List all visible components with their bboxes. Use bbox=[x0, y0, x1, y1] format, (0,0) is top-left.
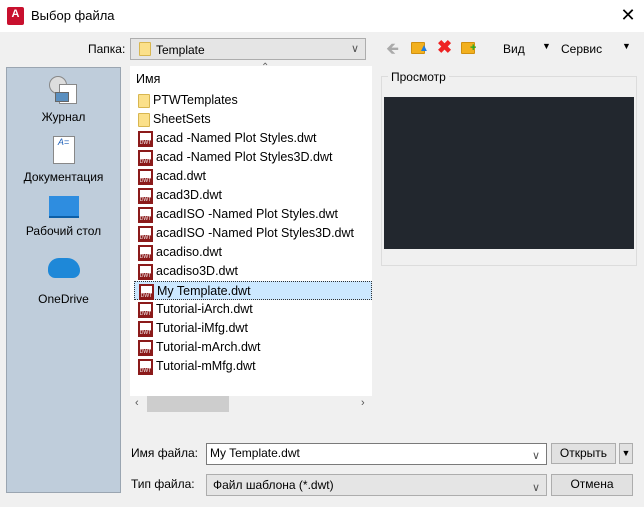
item-name: acad -Named Plot Styles.dwt bbox=[156, 131, 317, 145]
chevron-down-icon: ∨ bbox=[350, 43, 359, 55]
item-name: PTWTemplates bbox=[153, 93, 238, 107]
dwt-file-icon bbox=[138, 187, 153, 204]
item-name: acadISO -Named Plot Styles3D.dwt bbox=[156, 226, 354, 240]
dwt-file-icon bbox=[138, 130, 153, 147]
dwt-file-icon bbox=[138, 358, 153, 375]
file-list-item[interactable]: Tutorial-iArch.dwt bbox=[134, 300, 372, 319]
view-dropdown-arrow-icon[interactable]: ▼ bbox=[542, 41, 551, 51]
folder-icon bbox=[138, 93, 150, 108]
item-name: Tutorial-mArch.dwt bbox=[156, 340, 261, 354]
sidebar-item-desktop[interactable]: Рабочий стол bbox=[7, 196, 120, 238]
item-name: acad3D.dwt bbox=[156, 188, 223, 202]
dwt-file-icon bbox=[138, 168, 153, 185]
filename-value: My Template.dwt bbox=[210, 446, 300, 460]
item-name: acadiso3D.dwt bbox=[156, 264, 238, 278]
preview-image bbox=[384, 97, 634, 249]
chevron-down-icon: ∨ bbox=[531, 482, 540, 494]
cancel-button[interactable]: Отмена bbox=[551, 474, 633, 496]
scrollbar-thumb[interactable] bbox=[147, 396, 229, 412]
sidebar-item-history[interactable]: Журнал bbox=[7, 76, 120, 124]
view-menu[interactable]: Вид bbox=[503, 42, 525, 56]
file-list-item[interactable]: acadISO -Named Plot Styles3D.dwt bbox=[134, 224, 372, 243]
desktop-icon bbox=[48, 196, 79, 218]
history-icon bbox=[48, 76, 79, 104]
horizontal-scrollbar[interactable]: ‹ › bbox=[130, 396, 372, 412]
folder-label: Папка: bbox=[88, 42, 126, 56]
folder-icon bbox=[138, 112, 150, 127]
filename-label: Имя файла: bbox=[131, 446, 198, 460]
sidebar-item-label: Рабочий стол bbox=[25, 224, 102, 238]
sidebar-item-label: Документация bbox=[23, 170, 104, 184]
item-name: SheetSets bbox=[153, 112, 211, 126]
file-list-item[interactable]: Tutorial-iMfg.dwt bbox=[134, 319, 372, 338]
sidebar-item-label: Журнал bbox=[41, 110, 86, 124]
filename-input[interactable]: My Template.dwt ∨ bbox=[206, 443, 547, 465]
sidebar-item-label: OneDrive bbox=[38, 292, 89, 306]
folder-icon bbox=[139, 42, 151, 56]
filetype-label: Тип файла: bbox=[131, 477, 195, 491]
file-list-item[interactable]: acad.dwt bbox=[134, 167, 372, 186]
file-list[interactable]: ⌃ Имя PTWTemplates SheetSets acad -Named P… bbox=[130, 62, 372, 412]
dwt-file-icon bbox=[138, 149, 153, 166]
file-list-item[interactable]: My Template.dwt bbox=[134, 281, 372, 300]
folder-list-item[interactable]: PTWTemplates bbox=[134, 91, 372, 110]
item-name: acadISO -Named Plot Styles.dwt bbox=[156, 207, 339, 221]
file-list-item[interactable]: acad -Named Plot Styles.dwt bbox=[134, 129, 372, 148]
close-button[interactable]: ✕ bbox=[618, 5, 638, 26]
preview-group: Просмотр bbox=[381, 70, 637, 266]
autocad-app-icon: A bbox=[7, 7, 24, 25]
open-button[interactable]: Открыть bbox=[551, 443, 616, 464]
file-list-item[interactable]: acad3D.dwt bbox=[134, 186, 372, 205]
sidebar-item-onedrive[interactable]: OneDrive bbox=[7, 258, 120, 306]
scroll-left-icon[interactable]: ‹ bbox=[135, 397, 139, 409]
folder-list-item[interactable]: SheetSets bbox=[134, 110, 372, 129]
back-arrow-icon[interactable]: 🡸 bbox=[386, 38, 404, 58]
preview-label: Просмотр bbox=[388, 70, 449, 84]
dwt-file-icon bbox=[138, 339, 153, 356]
file-list-item[interactable]: Tutorial-mArch.dwt bbox=[134, 338, 372, 357]
file-list-item[interactable]: acadiso.dwt bbox=[134, 243, 372, 262]
chevron-down-icon[interactable]: ∨ bbox=[532, 447, 540, 466]
dwt-file-icon bbox=[138, 206, 153, 223]
item-name: acadiso.dwt bbox=[156, 245, 223, 259]
item-name: My Template.dwt bbox=[157, 284, 251, 298]
window-title: Выбор файла bbox=[31, 8, 115, 23]
dwt-file-icon bbox=[138, 225, 153, 242]
dwt-file-icon bbox=[138, 320, 153, 337]
folder-combo[interactable]: Template ∨ bbox=[130, 38, 366, 60]
scroll-right-icon[interactable]: › bbox=[361, 397, 365, 409]
sort-ascending-icon: ⌃ bbox=[261, 62, 270, 73]
dwt-file-icon bbox=[139, 283, 154, 300]
filetype-value: Файл шаблона (*.dwt) bbox=[213, 478, 334, 492]
filetype-select[interactable]: Файл шаблона (*.dwt) ∨ bbox=[206, 474, 547, 496]
folder-value: Template bbox=[156, 43, 205, 57]
item-name: acad.dwt bbox=[156, 169, 207, 183]
column-header-name[interactable]: Имя bbox=[136, 72, 160, 86]
file-list-item[interactable]: Tutorial-mMfg.dwt bbox=[134, 357, 372, 376]
new-folder-icon[interactable]: + bbox=[461, 40, 476, 54]
tools-dropdown-arrow-icon[interactable]: ▼ bbox=[622, 41, 631, 51]
onedrive-icon bbox=[47, 258, 80, 278]
sidebar-item-documents[interactable]: A= Документация bbox=[7, 136, 120, 184]
title-bar: A Выбор файла ✕ bbox=[0, 0, 644, 32]
tools-menu[interactable]: Сервис bbox=[561, 42, 602, 56]
file-list-item[interactable]: acadiso3D.dwt bbox=[134, 262, 372, 281]
item-name: Tutorial-iMfg.dwt bbox=[156, 321, 248, 335]
item-name: acad -Named Plot Styles3D.dwt bbox=[156, 150, 333, 164]
dwt-file-icon bbox=[138, 244, 153, 261]
places-sidebar: Журнал A= Документация Рабочий стол OneD… bbox=[6, 67, 121, 493]
item-name: Tutorial-iArch.dwt bbox=[156, 302, 253, 316]
dwt-file-icon bbox=[138, 301, 153, 318]
file-list-item[interactable]: acad -Named Plot Styles3D.dwt bbox=[134, 148, 372, 167]
documents-icon: A= bbox=[52, 136, 75, 164]
dwt-file-icon bbox=[138, 263, 153, 280]
folder-up-icon[interactable]: ▲ bbox=[411, 40, 429, 54]
file-list-item[interactable]: acadISO -Named Plot Styles.dwt bbox=[134, 205, 372, 224]
open-options-dropdown-icon[interactable]: ▼ bbox=[619, 443, 633, 464]
item-name: Tutorial-mMfg.dwt bbox=[156, 359, 256, 373]
delete-icon[interactable]: ✖ bbox=[437, 37, 452, 58]
